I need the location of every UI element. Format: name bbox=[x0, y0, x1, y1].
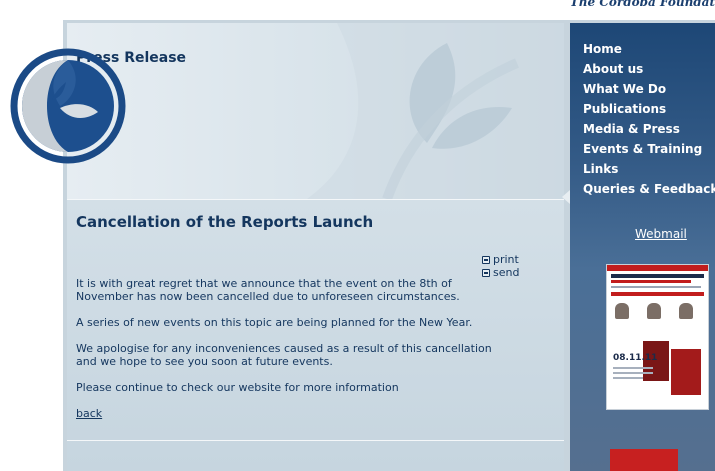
secondary-poster-image[interactable] bbox=[610, 449, 678, 471]
article-body: It is with great regret that we announce… bbox=[76, 277, 496, 420]
nav-what-we-do[interactable]: What We Do bbox=[583, 79, 715, 99]
nav-events-training[interactable]: Events & Training bbox=[583, 139, 715, 159]
nav-links[interactable]: Links bbox=[583, 159, 715, 179]
send-icon bbox=[482, 268, 490, 277]
poster-title-bar bbox=[611, 292, 704, 296]
poster-text-line bbox=[613, 367, 653, 369]
poster-speaker-photo bbox=[647, 303, 661, 319]
poster-band bbox=[607, 265, 708, 271]
print-icon bbox=[482, 255, 490, 264]
nav-queries-feedback[interactable]: Queries & Feedback bbox=[583, 179, 715, 199]
paragraph: We apologise for any inconveniences caus… bbox=[76, 342, 492, 368]
poster-date: 08.11.11 bbox=[613, 353, 658, 363]
poster-text-line bbox=[613, 372, 653, 374]
paragraph: Please continue to check our website for… bbox=[76, 381, 399, 394]
content-panel: Cancellation of the Reports Launch print… bbox=[67, 23, 564, 471]
poster-speaker-photo bbox=[615, 303, 629, 319]
nav-home[interactable]: Home bbox=[583, 39, 715, 59]
nav-media-press[interactable]: Media & Press bbox=[583, 119, 715, 139]
main-nav: Home About us What We Do Publications Me… bbox=[583, 39, 715, 199]
footer-divider bbox=[67, 440, 564, 441]
header-divider bbox=[67, 199, 564, 200]
poster-subtitle-bar bbox=[611, 286, 701, 288]
site-tagline: The Cordoba Foundat bbox=[569, 0, 715, 9]
poster-text-line bbox=[613, 377, 643, 379]
paragraph: A series of new events on this topic are… bbox=[76, 316, 473, 329]
webmail-link[interactable]: Webmail bbox=[635, 227, 687, 241]
leaf-watermark-icon bbox=[307, 23, 564, 199]
event-poster-image[interactable]: 08.11.11 bbox=[607, 265, 708, 409]
poster-report-cover bbox=[671, 349, 701, 395]
article-title: Cancellation of the Reports Launch bbox=[76, 213, 374, 231]
nav-publications[interactable]: Publications bbox=[583, 99, 715, 119]
poster-title-bar bbox=[611, 274, 704, 278]
cordoba-logo-icon[interactable] bbox=[10, 46, 128, 166]
sidebar: Home About us What We Do Publications Me… bbox=[570, 23, 715, 471]
poster-speaker-photo bbox=[679, 303, 693, 319]
send-label: send bbox=[493, 266, 520, 279]
nav-about-us[interactable]: About us bbox=[583, 59, 715, 79]
print-link[interactable]: print bbox=[482, 253, 519, 266]
poster-title-bar bbox=[611, 280, 691, 283]
paragraph: It is with great regret that we announce… bbox=[76, 277, 460, 303]
back-link[interactable]: back bbox=[76, 407, 102, 420]
sidebar-pointer bbox=[562, 190, 570, 204]
article-tools: print send bbox=[482, 253, 519, 279]
print-label: print bbox=[493, 253, 519, 266]
